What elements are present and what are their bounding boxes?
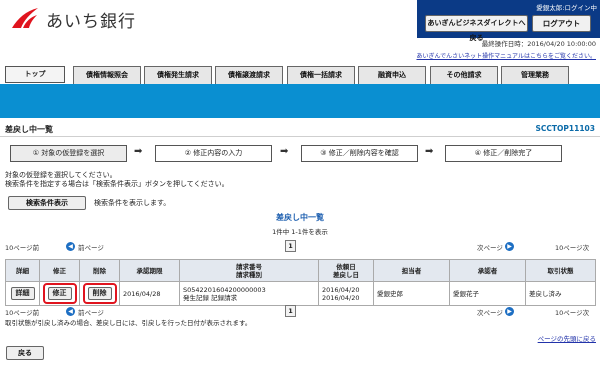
next-10-pages[interactable]: 10ページ次 [555, 242, 589, 252]
tab-claim-inquiry[interactable]: 債権情報照会 [73, 66, 141, 84]
col-detail: 詳細 [5, 259, 40, 282]
result-count: 1件中 1-1件を表示 [272, 228, 328, 236]
screen-code: SCCTOP11103 [535, 124, 596, 133]
next-page-icon[interactable]: ▶ [505, 307, 514, 316]
tab-claim-transfer[interactable]: 債権譲渡請求 [215, 66, 283, 84]
search-hint: 検索条件を表示します。 [94, 199, 171, 207]
step-arrow-icon: ➡ [134, 146, 143, 157]
bank-name: あいち銀行 [46, 12, 136, 32]
tab-claim-issue[interactable]: 債権発生請求 [144, 66, 212, 84]
step-input-changes: ② 修正内容の入力 [155, 145, 272, 162]
logged-in-user: 愛銀太郎:ログイン中 [536, 4, 597, 12]
back-button[interactable]: 戻る [6, 346, 44, 360]
return-to-portal-button[interactable]: あいぎんビジネスダイレクトへ戻る [425, 15, 528, 42]
request-number: S0542201604200000003 [183, 285, 266, 294]
col-edit: 修正 [39, 259, 80, 282]
delete-highlight: 削除 [82, 283, 117, 304]
prev-page-link[interactable]: 前ページ [78, 307, 104, 317]
tab-loan-application[interactable]: 融資申込 [358, 66, 426, 84]
col-request: 請求番号 請求種別 [179, 259, 319, 282]
edit-button[interactable]: 修正 [47, 287, 72, 300]
page-number[interactable]: 1 [285, 240, 296, 252]
detail-cell: 詳細 [5, 281, 40, 306]
returned-list-table: 詳細 修正 削除 承認期限 請求番号 請求種別 依頼日 差戻し日 担当者 承認者… [5, 259, 596, 306]
list-title: 差戻し中一覧 [276, 213, 324, 222]
request-date: 2016/04/20 [322, 285, 360, 294]
status-cell: 差戻し済み [525, 281, 596, 306]
col-return-date: 差戻し日 [333, 270, 359, 279]
approver-cell: 愛銀花子 [449, 281, 526, 306]
delete-cell: 削除 [79, 281, 120, 306]
tab-administration[interactable]: 管理業務 [501, 66, 569, 84]
prev-page-link[interactable]: 前ページ [78, 242, 104, 252]
step-complete: ④ 修正／削除完了 [445, 145, 562, 162]
col-delete: 削除 [79, 259, 120, 282]
delete-button[interactable]: 削除 [87, 287, 112, 300]
col-status: 取引状態 [525, 259, 596, 282]
page-top-link[interactable]: ページの先頭に戻る [480, 333, 596, 343]
col-request-date: 依頼日 [336, 262, 356, 271]
step-arrow-icon: ➡ [425, 146, 434, 157]
edit-highlight: 修正 [42, 283, 77, 304]
col-deadline: 承認期限 [119, 259, 180, 282]
edit-cell: 修正 [39, 281, 80, 306]
last-operation-time: 最終操作日時：2016/04/20 10:00:00 [481, 40, 596, 48]
return-date: 2016/04/20 [322, 293, 360, 302]
manual-link[interactable]: あいぎんでんさいネット操作マニュアルはこちらをご覧ください。 [380, 51, 596, 60]
page-number[interactable]: 1 [285, 305, 296, 317]
next-page-icon[interactable]: ▶ [505, 242, 514, 251]
step-select-target: ① 対象の仮登録を選択 [10, 145, 127, 162]
nav-band [0, 84, 600, 118]
show-search-conditions-button[interactable]: 検索条件表示 [8, 196, 86, 210]
request-cell: S0542201604200000003 発生記録 記録請求 [179, 281, 319, 306]
next-page-link[interactable]: 次ページ [477, 242, 503, 252]
instruction-line: 検索条件を指定する場合は「検索条件表示」ボタンを押してください。 [5, 180, 229, 188]
nav-top-button[interactable]: トップ [5, 66, 65, 83]
dates-cell: 2016/04/20 2016/04/20 [318, 281, 374, 306]
prev-page-icon[interactable]: ◀ [66, 242, 75, 251]
request-type: 発生記録 記録請求 [183, 293, 238, 302]
prev-page-icon[interactable]: ◀ [66, 307, 75, 316]
logout-button[interactable]: ログアウト [532, 15, 591, 32]
next-10-pages[interactable]: 10ページ次 [555, 307, 589, 317]
table-row: 詳細 修正 削除 2016/04/28 S0542201604200000003… [5, 281, 596, 306]
col-approver: 承認者 [449, 259, 526, 282]
status-note: 取引状態が引戻し済みの場合、差戻し日には、引戻しを行った日付が表示されます。 [5, 319, 252, 327]
detail-button[interactable]: 詳細 [10, 287, 35, 300]
next-page-link[interactable]: 次ページ [477, 307, 503, 317]
col-request-type: 請求種別 [236, 270, 262, 279]
person-cell: 愛銀史郎 [373, 281, 450, 306]
tab-other-requests[interactable]: その他請求 [430, 66, 498, 84]
tab-bulk-request[interactable]: 債権一括請求 [287, 66, 355, 84]
bank-logo-icon [12, 8, 38, 28]
step-confirm: ③ 修正／削除内容を確認 [301, 145, 418, 162]
step-arrow-icon: ➡ [280, 146, 289, 157]
col-request-no: 請求番号 [236, 262, 262, 271]
page-title: 差戻し中一覧 [5, 125, 53, 134]
prev-10-pages[interactable]: 10ページ前 [5, 242, 39, 252]
deadline-cell: 2016/04/28 [119, 281, 180, 306]
col-person: 担当者 [373, 259, 450, 282]
prev-10-pages[interactable]: 10ページ前 [5, 307, 39, 317]
col-dates: 依頼日 差戻し日 [318, 259, 374, 282]
